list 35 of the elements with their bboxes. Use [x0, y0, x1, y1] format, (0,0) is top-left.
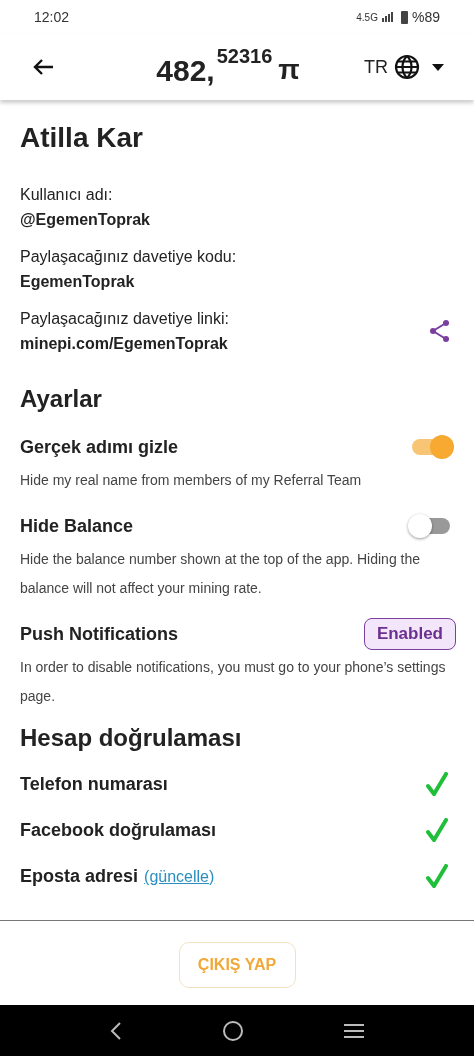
share-icon[interactable]: [428, 319, 452, 343]
field-value: @EgemenToprak: [20, 210, 150, 230]
field-value: minepi.com/EgemenToprak: [20, 334, 229, 354]
balance-fraction: 52316: [216, 46, 273, 66]
caret-icon: [432, 63, 444, 71]
field-label: Paylaşacağınız davetiye linki:: [20, 309, 229, 329]
battery-icon: [400, 10, 408, 24]
setting-description: Hide the balance number shown at the top of the app. Hiding the balance will not affect your mining rate.: [20, 550, 422, 598]
setting-label: Hide Balance: [20, 514, 134, 538]
verification-label: Facebook doğrulaması: [20, 818, 217, 842]
back-nav-icon[interactable]: [109, 1020, 124, 1041]
language-selector[interactable]: TR: [364, 53, 444, 81]
field-label: Kullanıcı adı:: [20, 185, 114, 205]
menu-nav-icon[interactable]: [342, 1021, 365, 1040]
status-badge[interactable]: Enabled: [363, 618, 456, 650]
balance-integer: 482,: [156, 56, 215, 86]
field-label: Paylaşacağınız davetiye kodu:: [20, 247, 237, 267]
field-value: EgemenToprak: [20, 272, 136, 292]
status-time: 12:02: [34, 7, 70, 27]
section-title: Ayarlar: [20, 384, 103, 414]
verification-label: Eposta adresi: [20, 864, 139, 888]
signal-icon: [381, 12, 393, 22]
verification-label: Telefon numarası: [20, 772, 168, 796]
setting-label: Gerçek adımı gizle: [20, 435, 179, 459]
profile-name: Atilla Kar: [20, 121, 144, 155]
network-label: 4.5G: [356, 10, 378, 25]
globe-icon: [394, 54, 420, 80]
pi-symbol: π: [278, 56, 300, 84]
setting-description: Hide my real name from members of my Referral Team: [20, 471, 363, 490]
setting-label: Push Notifications: [20, 622, 178, 646]
setting-description: In order to disable notifications, you must go to your phone’s settings page.: [20, 658, 447, 706]
update-link[interactable]: (güncelle): [144, 864, 215, 889]
home-nav-icon[interactable]: [222, 1019, 244, 1042]
battery-level: %89: [411, 7, 440, 27]
section-title: Hesap doğrulaması: [20, 723, 243, 753]
